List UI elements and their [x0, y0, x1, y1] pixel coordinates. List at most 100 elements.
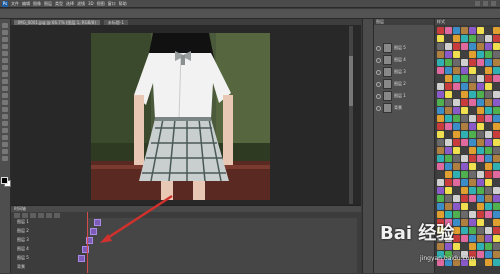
style-swatch[interactable] — [469, 75, 476, 82]
style-swatch[interactable] — [477, 107, 484, 114]
style-swatch[interactable] — [469, 195, 476, 202]
style-swatch[interactable] — [485, 203, 492, 210]
style-swatch[interactable] — [493, 99, 500, 106]
style-swatch[interactable] — [485, 75, 492, 82]
style-swatch[interactable] — [453, 107, 460, 114]
style-swatch[interactable] — [469, 83, 476, 90]
style-swatch[interactable] — [485, 83, 492, 90]
style-swatch[interactable] — [453, 155, 460, 162]
style-swatch[interactable] — [461, 147, 468, 154]
style-swatch[interactable] — [477, 163, 484, 170]
style-swatch[interactable] — [477, 67, 484, 74]
style-swatch[interactable] — [469, 147, 476, 154]
style-swatch[interactable] — [445, 155, 452, 162]
style-swatch[interactable] — [493, 27, 500, 34]
style-swatch[interactable] — [437, 195, 444, 202]
style-swatch[interactable] — [445, 139, 452, 146]
style-swatch[interactable] — [469, 107, 476, 114]
style-swatch[interactable] — [493, 35, 500, 42]
style-swatch[interactable] — [469, 179, 476, 186]
style-swatch[interactable] — [445, 99, 452, 106]
visibility-eye-icon[interactable] — [376, 45, 381, 51]
style-swatch[interactable] — [445, 131, 452, 138]
style-swatch[interactable] — [477, 211, 484, 218]
style-swatch[interactable] — [469, 155, 476, 162]
style-swatch[interactable] — [453, 195, 460, 202]
style-swatch[interactable] — [469, 131, 476, 138]
style-swatch[interactable] — [493, 51, 500, 58]
style-swatch[interactable] — [469, 123, 476, 130]
style-swatch[interactable] — [469, 203, 476, 210]
style-swatch[interactable] — [493, 83, 500, 90]
style-swatch[interactable] — [477, 139, 484, 146]
style-swatch[interactable] — [445, 43, 452, 50]
style-swatch[interactable] — [461, 211, 468, 218]
style-swatch[interactable] — [485, 107, 492, 114]
style-swatch[interactable] — [493, 187, 500, 194]
style-swatch[interactable] — [461, 67, 468, 74]
style-swatch[interactable] — [445, 171, 452, 178]
style-swatch[interactable] — [477, 155, 484, 162]
style-swatch[interactable] — [469, 67, 476, 74]
style-swatch[interactable] — [493, 147, 500, 154]
visibility-eye-icon[interactable] — [376, 57, 381, 63]
style-swatch[interactable] — [453, 139, 460, 146]
style-swatch[interactable] — [461, 35, 468, 42]
style-swatch[interactable] — [437, 43, 444, 50]
style-swatch[interactable] — [477, 99, 484, 106]
style-swatch[interactable] — [485, 115, 492, 122]
style-swatch[interactable] — [469, 59, 476, 66]
style-swatch[interactable] — [445, 107, 452, 114]
style-swatch[interactable] — [485, 131, 492, 138]
layer-item[interactable]: 图层 1 — [376, 91, 432, 101]
style-swatch[interactable] — [493, 115, 500, 122]
layer-item[interactable]: 图层 5 — [376, 43, 432, 53]
style-swatch[interactable] — [453, 203, 460, 210]
style-swatch[interactable] — [477, 195, 484, 202]
style-swatch[interactable] — [461, 83, 468, 90]
style-swatch[interactable] — [485, 211, 492, 218]
style-swatch[interactable] — [453, 91, 460, 98]
style-swatch[interactable] — [461, 131, 468, 138]
style-swatch[interactable] — [461, 27, 468, 34]
style-swatch[interactable] — [437, 211, 444, 218]
style-swatch[interactable] — [445, 59, 452, 66]
layer-item[interactable]: 图层 4 — [376, 55, 432, 65]
style-swatch[interactable] — [493, 67, 500, 74]
style-swatch[interactable] — [477, 43, 484, 50]
style-swatch[interactable] — [453, 211, 460, 218]
style-swatch[interactable] — [437, 163, 444, 170]
style-swatch[interactable] — [445, 187, 452, 194]
style-swatch[interactable] — [477, 27, 484, 34]
style-swatch[interactable] — [485, 67, 492, 74]
style-swatch[interactable] — [461, 123, 468, 130]
style-swatch[interactable] — [445, 211, 452, 218]
style-swatch[interactable] — [477, 123, 484, 130]
style-swatch[interactable] — [461, 99, 468, 106]
style-swatch[interactable] — [469, 43, 476, 50]
style-swatch[interactable] — [477, 115, 484, 122]
style-swatch[interactable] — [461, 51, 468, 58]
style-swatch[interactable] — [485, 27, 492, 34]
style-swatch[interactable] — [437, 147, 444, 154]
style-swatch[interactable] — [485, 51, 492, 58]
style-swatch[interactable] — [477, 59, 484, 66]
style-swatch[interactable] — [485, 195, 492, 202]
style-swatch[interactable] — [437, 75, 444, 82]
style-swatch[interactable] — [461, 59, 468, 66]
style-swatch[interactable] — [461, 187, 468, 194]
style-swatch[interactable] — [469, 187, 476, 194]
style-swatch[interactable] — [493, 123, 500, 130]
style-swatch[interactable] — [493, 91, 500, 98]
style-swatch[interactable] — [493, 195, 500, 202]
style-swatch[interactable] — [453, 43, 460, 50]
style-swatch[interactable] — [485, 187, 492, 194]
style-swatch[interactable] — [461, 171, 468, 178]
style-swatch[interactable] — [469, 163, 476, 170]
style-swatch[interactable] — [445, 91, 452, 98]
style-swatch[interactable] — [437, 107, 444, 114]
visibility-eye-icon[interactable] — [376, 93, 381, 99]
style-swatch[interactable] — [445, 147, 452, 154]
style-swatch[interactable] — [445, 83, 452, 90]
visibility-eye-icon[interactable] — [376, 81, 381, 87]
